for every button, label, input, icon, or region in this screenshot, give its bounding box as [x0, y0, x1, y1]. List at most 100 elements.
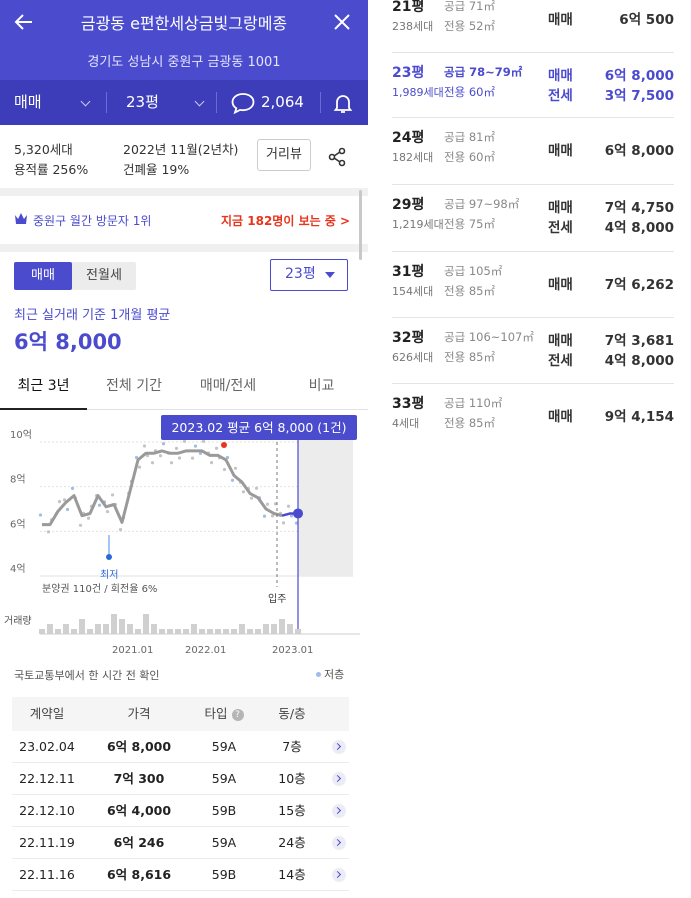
volume-bar	[207, 629, 213, 634]
tab-compare[interactable]: 비교	[275, 366, 368, 410]
scatter-point	[57, 500, 62, 504]
size-row[interactable]: 31평 154세대 공급 105㎡ 전용 85㎡ 매매 7억 6,262	[392, 252, 674, 318]
x-tick-label: 2023.01	[272, 645, 313, 656]
table-row[interactable]: 23.02.04 6억 8,000 59A 7층	[12, 731, 349, 763]
size-supply: 공급 71㎡	[444, 0, 495, 13]
volume-bar	[95, 624, 101, 634]
table-row[interactable]: 22.11.19 6억 246 59A 24층	[12, 827, 349, 859]
volume-bar	[287, 624, 293, 634]
scatter-point	[70, 486, 75, 490]
row-chevron-icon[interactable]	[332, 836, 346, 850]
scatter-point	[38, 513, 43, 517]
size-row[interactable]: 29평 1,219세대 공급 97~98㎡ 전용 75㎡ 매매 7억 4,750 전세 4억 …	[392, 185, 674, 252]
avg-value: 6억 8,000	[14, 330, 122, 354]
pyeong-select[interactable]: 23평	[126, 80, 211, 125]
scatter-point	[65, 507, 70, 512]
tab-all-period[interactable]: 전체 기간	[87, 366, 181, 410]
cell-type: 59A	[211, 771, 237, 786]
volume-bar	[143, 614, 149, 634]
size-price: 7억 3,681	[604, 333, 674, 349]
size-households: 1,219세대	[392, 218, 444, 231]
size-row[interactable]: 33평 4세대 공급 110㎡ 전용 85㎡ 매매 9억 4,154	[392, 384, 674, 444]
help-icon[interactable]: ?	[231, 709, 244, 721]
table-row[interactable]: 22.12.11 7억 300 59A 10층	[12, 763, 349, 795]
tab-buy-rent[interactable]: 매매/전세	[181, 366, 275, 410]
speech-bubble-icon	[231, 93, 255, 115]
y-tick-label: 10억	[10, 429, 32, 441]
tab-recent-3y[interactable]: 최근 3년	[0, 366, 87, 410]
row-chevron-icon[interactable]	[332, 772, 346, 786]
volume-bar	[295, 629, 301, 634]
share-icon[interactable]	[326, 146, 348, 168]
move-in-label: 입주	[268, 592, 286, 605]
size-dropdown[interactable]: 23평	[270, 259, 348, 291]
row-chevron-icon[interactable]	[332, 868, 346, 882]
price-chart[interactable]: 10억 8억 6억 4억 최저 입주 분양권 110건 / 회전율 6% 거래량 20…	[0, 412, 368, 662]
cell-type: 59B	[211, 867, 237, 882]
size-row[interactable]: 24평 182세대 공급 81㎡ 전용 60㎡ 매매 6억 8,000	[392, 118, 674, 185]
close-icon[interactable]	[328, 8, 356, 36]
scatter-point	[161, 442, 166, 446]
legend-label: 저층	[324, 668, 345, 681]
crown-icon	[15, 213, 27, 224]
size-dropdown-label: 23평	[285, 266, 316, 282]
scatter-point	[190, 456, 195, 460]
comments-button[interactable]: 2,064	[230, 80, 310, 125]
size-trade-type: 전세	[548, 88, 573, 104]
scatter-point	[193, 444, 198, 448]
volume-bar	[215, 629, 221, 634]
data-source: 국토교통부에서 한 시간 전 확인	[14, 669, 160, 682]
x-axis-labels: 2021.01 2022.01 2023.01	[112, 645, 313, 656]
seg-buy[interactable]: 매매	[14, 262, 72, 290]
size-price: 9억 4,154	[604, 409, 674, 425]
size-row[interactable]: 21평 238세대 공급 71㎡ 전용 52㎡ 매매 6억 500	[392, 0, 674, 53]
th-floor: 동/층	[278, 706, 306, 721]
size-supply: 공급 105㎡	[444, 264, 503, 278]
price-type-toggle: 매매 전월세	[14, 262, 136, 290]
table-header: 계약일 가격 타입 ? 동/층	[12, 697, 349, 731]
seg-rent[interactable]: 전월세	[72, 262, 136, 290]
volume-bar	[223, 629, 229, 634]
cell-floor: 10층	[278, 771, 306, 786]
chart-tooltip-text: 2023.02 평균 6억 8,000 (1건)	[171, 420, 346, 435]
back-arrow-icon[interactable]	[10, 8, 38, 36]
deal-type-select[interactable]: 매매	[14, 80, 99, 125]
built-date: 2022년 11월(2년차)	[123, 142, 239, 157]
notification-bell-icon[interactable]	[331, 80, 357, 125]
cell-date: 22.11.19	[19, 835, 75, 850]
street-view-button[interactable]: 거리뷰	[257, 139, 311, 171]
scrollbar[interactable]	[359, 190, 362, 260]
scatter-point	[201, 439, 206, 443]
row-chevron-icon[interactable]	[332, 804, 346, 818]
y-tick-label: 4억	[10, 563, 26, 575]
price-line	[42, 449, 283, 527]
size-price: 3억 7,500	[604, 88, 674, 104]
size-row[interactable]: 23평 1,989세대 공급 78~79㎡ 전용 60㎡ 매매 6억 8,000 전세 3억 …	[392, 53, 674, 118]
volume-bar	[247, 629, 253, 634]
y-tick-label: 6억	[10, 518, 26, 530]
th-type: 타입 ?	[194, 697, 254, 731]
scatter-point	[254, 486, 259, 490]
size-net: 전용 85㎡	[444, 350, 495, 364]
size-pyeong: 21평	[392, 0, 425, 15]
volume-bar	[151, 624, 157, 634]
size-supply: 공급 110㎡	[444, 396, 503, 410]
size-row[interactable]: 32평 626세대 공급 106~107㎡ 전용 85㎡ 매매 7억 3,681 전세 4억 …	[392, 318, 674, 384]
cell-price: 6억 8,000	[106, 739, 172, 754]
scatter-point	[158, 454, 163, 458]
volume-bar	[119, 619, 125, 634]
y-tick-label: 8억	[10, 474, 26, 486]
volume-bar	[71, 629, 77, 634]
live-viewers-link[interactable]: 지금 182명이 보는 중 >	[221, 212, 350, 229]
row-chevron-icon[interactable]	[332, 740, 346, 754]
coverage-ratio: 건폐율 19%	[123, 162, 190, 177]
scatter-point	[78, 523, 83, 527]
table-row[interactable]: 22.11.16 6억 8,616 59B 14층	[12, 859, 349, 891]
min-label: 최저	[100, 569, 118, 581]
volume-bar	[199, 629, 205, 634]
size-trade-type: 매매	[548, 200, 573, 216]
current-point	[293, 508, 303, 519]
cell-date: 22.12.10	[19, 803, 75, 818]
table-row[interactable]: 22.12.10 6억 4,000 59B 15층	[12, 795, 349, 827]
volume-bar	[39, 629, 45, 634]
